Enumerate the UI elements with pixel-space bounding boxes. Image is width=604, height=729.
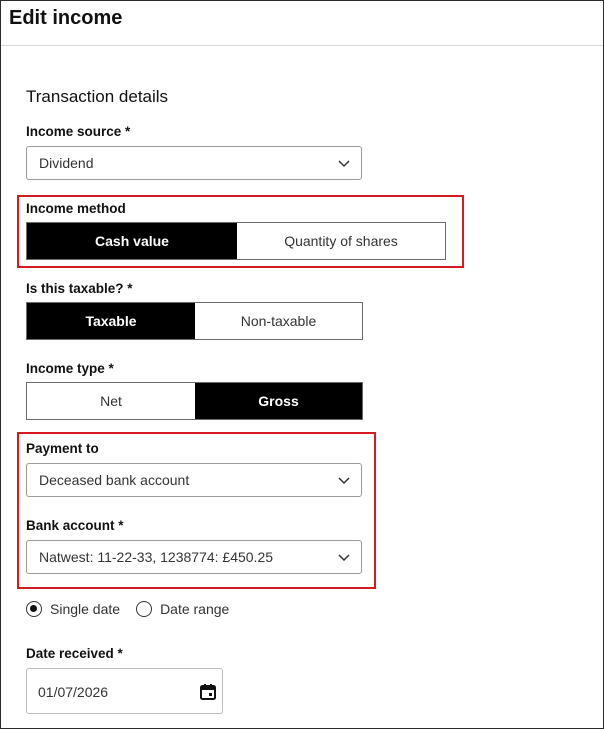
date-range-radio[interactable] [136,601,153,617]
page-title: Edit income [9,7,123,29]
income-source-select[interactable]: Dividend [26,146,362,180]
income-method-cash-value[interactable]: Cash value [27,223,237,259]
non-taxable-option[interactable]: Non-taxable [195,303,362,339]
single-date-label: Single date [50,601,121,617]
chevron-down-icon [338,554,350,562]
income-type-label: Income type * [26,361,114,376]
chevron-down-icon [338,160,350,168]
gross-option[interactable]: Gross [195,383,362,419]
chevron-down-icon [338,477,350,485]
calendar-icon[interactable] [199,683,217,701]
income-method-quantity-of-shares[interactable]: Quantity of shares [237,223,445,259]
taxable-option[interactable]: Taxable [27,303,195,339]
panel-header: Edit income [1,1,603,46]
bank-account-label: Bank account * [26,518,124,533]
single-date-radio[interactable] [26,601,42,617]
payment-to-value: Deceased bank account [39,472,190,488]
net-option[interactable]: Net [27,383,195,419]
income-source-value: Dividend [39,155,94,171]
date-range-label: Date range [160,601,230,617]
date-received-input[interactable]: 01/07/2026 [26,668,223,714]
income-method-label: Income method [26,201,126,216]
date-mode-group: Single date Date range [26,599,229,619]
taxable-toggle: Taxable Non-taxable [26,302,363,340]
section-title: Transaction details [26,87,169,106]
edit-income-panel: Edit income Transaction details Income s… [0,0,604,729]
income-source-label: Income source * [26,124,131,139]
bank-account-select[interactable]: Natwest: 11-22-33, 1238774: £450.25 [26,540,362,574]
date-received-value: 01/07/2026 [38,684,109,700]
payment-to-label: Payment to [26,441,99,456]
taxable-label: Is this taxable? * [26,281,133,296]
payment-to-select[interactable]: Deceased bank account [26,463,362,497]
income-method-toggle: Cash value Quantity of shares [26,222,446,260]
date-received-label: Date received * [26,646,123,661]
income-type-toggle: Net Gross [26,382,363,420]
bank-account-value: Natwest: 11-22-33, 1238774: £450.25 [39,549,274,565]
